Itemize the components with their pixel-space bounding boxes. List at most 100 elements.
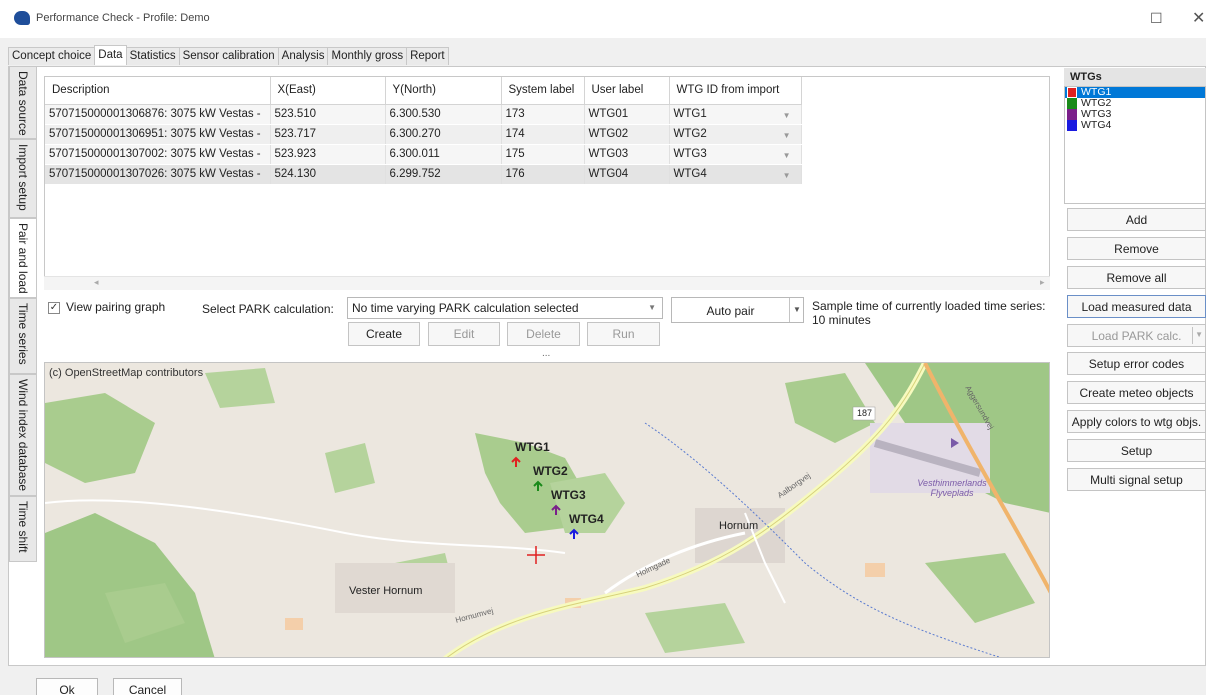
tab-analysis[interactable]: Analysis <box>277 47 329 65</box>
table-row[interactable]: 570715000001306951: 3075 kW Vestas - 523… <box>45 124 802 145</box>
chevron-down-icon[interactable]: ▼ <box>783 111 791 120</box>
chevron-down-icon: ▼ <box>648 303 656 312</box>
setup-button[interactable]: Setup <box>1067 439 1206 462</box>
close-icon[interactable]: ✕ <box>1192 8 1205 28</box>
maximize-icon[interactable]: ☐ <box>1150 10 1163 27</box>
view-pairing-graph-checkbox[interactable]: ✓ <box>48 302 60 314</box>
cell-wtg-id-dropdown[interactable]: WTG1 ▼ <box>669 104 802 125</box>
side-tab-data-source[interactable]: Data source <box>9 66 37 139</box>
column-header-system-label[interactable]: System label <box>501 77 585 105</box>
tab-monthly-gross[interactable]: Monthly gross <box>327 47 408 65</box>
create-meteo-objects-button[interactable]: Create meteo objects <box>1067 381 1206 404</box>
scroll-right-icon[interactable]: ▸ <box>1040 277 1045 288</box>
delete-button[interactable]: Delete <box>507 322 580 346</box>
column-header-description[interactable]: Description <box>45 77 271 105</box>
cell-wtg-id-dropdown[interactable]: WTG2 ▼ <box>669 124 802 145</box>
cell-system-label[interactable]: 175 <box>501 144 585 165</box>
cell-y-north[interactable]: 6.300.011 <box>385 144 502 165</box>
cell-x-east[interactable]: 524.130 <box>270 164 386 185</box>
cell-description[interactable]: 570715000001306876: 3075 kW Vestas - <box>45 104 271 125</box>
remove-button[interactable]: Remove <box>1067 237 1206 260</box>
ok-button[interactable]: Ok <box>36 678 98 695</box>
setup-error-codes-button[interactable]: Setup error codes <box>1067 352 1206 375</box>
cell-user-label[interactable]: WTG04 <box>584 164 670 185</box>
list-item-wtg4[interactable]: WTG4 <box>1065 120 1205 131</box>
map-attribution: (c) OpenStreetMap contributors <box>49 367 204 379</box>
cell-x-east[interactable]: 523.923 <box>270 144 386 165</box>
side-tab-time-shift[interactable]: Time shift <box>9 496 37 562</box>
tab-statistics[interactable]: Statistics <box>125 47 180 65</box>
edit-button[interactable]: Edit <box>428 322 500 346</box>
auto-pair-button[interactable]: Auto pair <box>672 304 789 318</box>
cell-description[interactable]: 570715000001306951: 3075 kW Vestas - <box>45 124 271 145</box>
turbine-label-wtg4: WTG4 <box>569 512 604 526</box>
cell-user-label[interactable]: WTG03 <box>584 144 670 165</box>
tab-sensor-calibration[interactable]: Sensor calibration <box>178 47 279 65</box>
window-title: Performance Check - Profile: Demo <box>36 12 210 24</box>
load-park-calc-label: Load PARK calc. <box>1091 329 1182 343</box>
scroll-left-icon[interactable]: ◂ <box>94 277 99 288</box>
cell-wtg-id: WTG3 <box>673 148 707 160</box>
forest-area <box>645 603 745 653</box>
road-label-187: 187 <box>857 408 873 418</box>
table-row[interactable]: 570715000001307002: 3075 kW Vestas - 523… <box>45 144 802 165</box>
remove-all-button[interactable]: Remove all <box>1067 266 1206 289</box>
side-tab-time-series[interactable]: Time series <box>9 298 37 374</box>
side-tab-pair-and-load[interactable]: Pair and load <box>9 218 37 298</box>
cell-y-north[interactable]: 6.300.530 <box>385 104 502 125</box>
color-swatch <box>1067 98 1077 109</box>
cell-description[interactable]: 570715000001307026: 3075 kW Vestas - <box>45 164 271 185</box>
column-header-x-east[interactable]: X(East) <box>270 77 386 105</box>
split-divider <box>1192 327 1193 344</box>
auto-pair-split-button[interactable]: Auto pair ▼ <box>671 297 804 323</box>
more-indicator[interactable]: ... <box>542 348 550 359</box>
multi-signal-setup-button[interactable]: Multi signal setup <box>1067 468 1206 491</box>
cell-system-label[interactable]: 176 <box>501 164 585 185</box>
tab-report[interactable]: Report <box>406 47 449 65</box>
cell-wtg-id-dropdown[interactable]: WTG3 ▼ <box>669 144 802 165</box>
cell-system-label[interactable]: 173 <box>501 104 585 125</box>
tab-concept-choice[interactable]: Concept choice <box>8 47 96 65</box>
cell-y-north[interactable]: 6.299.752 <box>385 164 502 185</box>
column-header-user-label[interactable]: User label <box>584 77 670 105</box>
cell-wtg-id-dropdown[interactable]: WTG4 ▼ <box>669 164 802 185</box>
forest-area <box>925 553 1035 623</box>
chevron-down-icon[interactable]: ▼ <box>783 131 791 140</box>
wtgs-header: WTGs <box>1064 68 1206 86</box>
column-header-wtg-id[interactable]: WTG ID from import <box>669 77 802 105</box>
table-row[interactable]: 570715000001307026: 3075 kW Vestas - 524… <box>45 164 802 185</box>
load-measured-data-button[interactable]: Load measured data <box>1067 295 1206 318</box>
park-calculation-select[interactable]: No time varying PARK calculation selecte… <box>347 297 663 319</box>
forest-area <box>45 393 155 483</box>
side-tab-label: Time series <box>16 303 30 365</box>
cell-system-label[interactable]: 174 <box>501 124 585 145</box>
load-park-calc-button[interactable]: Load PARK calc. ▼ <box>1067 324 1206 347</box>
column-header-y-north[interactable]: Y(North) <box>385 77 502 105</box>
table-row[interactable]: 570715000001306876: 3075 kW Vestas - 523… <box>45 104 802 125</box>
grid-header-row: Description X(East) Y(North) System labe… <box>45 77 802 105</box>
cancel-button[interactable]: Cancel <box>113 678 182 695</box>
side-tab-wind-index-database[interactable]: Wind index database <box>9 374 37 496</box>
add-button[interactable]: Add <box>1067 208 1206 231</box>
grid-horizontal-scrollbar[interactable]: ◂ ▸ <box>44 276 1050 290</box>
chevron-down-icon[interactable]: ▼ <box>783 171 791 180</box>
cell-y-north[interactable]: 6.300.270 <box>385 124 502 145</box>
side-tab-import-setup[interactable]: Import setup <box>9 139 37 218</box>
cell-description[interactable]: 570715000001307002: 3075 kW Vestas - <box>45 144 271 165</box>
chevron-down-icon[interactable]: ▼ <box>783 151 791 160</box>
wtgs-list: WTG1 WTG2 WTG3 WTG4 <box>1064 86 1206 204</box>
run-button[interactable]: Run <box>587 322 660 346</box>
chevron-down-icon[interactable]: ▼ <box>1195 330 1203 339</box>
tab-data[interactable]: Data <box>94 45 127 65</box>
apply-colors-button[interactable]: Apply colors to wtg objs. <box>1067 410 1206 433</box>
cell-user-label[interactable]: WTG01 <box>584 104 670 125</box>
create-button[interactable]: Create <box>348 322 420 346</box>
color-swatch <box>1067 120 1077 131</box>
cell-user-label[interactable]: WTG02 <box>584 124 670 145</box>
cell-x-east[interactable]: 523.717 <box>270 124 386 145</box>
map-view[interactable]: (c) OpenStreetMap contributors WTG1 WTG2… <box>44 362 1050 658</box>
chevron-down-icon[interactable]: ▼ <box>793 305 801 314</box>
forest-area <box>205 368 275 408</box>
view-pairing-graph-label[interactable]: View pairing graph <box>66 300 165 314</box>
cell-x-east[interactable]: 523.510 <box>270 104 386 125</box>
